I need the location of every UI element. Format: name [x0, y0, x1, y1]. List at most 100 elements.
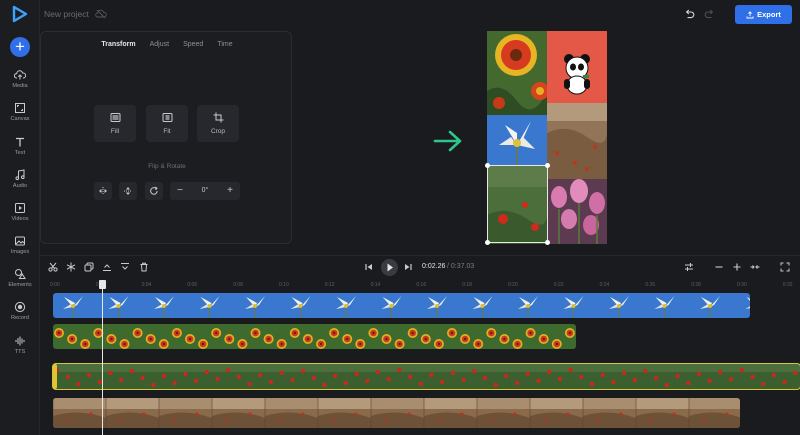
sidebar-item-tts[interactable]: TTS: [0, 335, 40, 365]
playhead-handle[interactable]: [99, 280, 106, 289]
text-icon: [16, 137, 24, 147]
cloud-sync-icon: [95, 9, 107, 19]
sidebar-item-label: TTS: [14, 349, 26, 355]
scissors-icon[interactable]: [48, 262, 58, 272]
sidebar-item-audio[interactable]: Audio: [0, 169, 40, 199]
selection-frame[interactable]: [487, 165, 548, 243]
playhead[interactable]: [102, 280, 103, 435]
split-view-icon[interactable]: [684, 262, 694, 272]
rotate-button[interactable]: [145, 182, 163, 200]
undo-icon[interactable]: [684, 9, 695, 20]
duplicate-icon[interactable]: [84, 262, 94, 272]
ruler-tick-label: 0:00: [50, 282, 60, 288]
total-duration: / 0:37.03: [447, 263, 475, 270]
video-editor: + Media Canvas Text Audio Videos Images …: [0, 0, 800, 435]
fullscreen-icon[interactable]: [780, 262, 790, 272]
resize-handle-bottom-right[interactable]: [545, 240, 550, 245]
resize-handle-top-left[interactable]: [485, 163, 490, 168]
timeline-clip-poppies[interactable]: [52, 363, 800, 390]
sidebar-item-elements[interactable]: Elements: [0, 268, 40, 298]
rotate-icon: [150, 186, 158, 195]
fit-timeline-icon[interactable]: [750, 262, 760, 272]
ruler-tick-label: 0:30: [737, 282, 747, 288]
properties-panel: Transform Adjust Speed Time Fill Fit Cro…: [40, 31, 292, 244]
ruler-tick-label: 0:08: [233, 282, 243, 288]
skip-back-icon[interactable]: [364, 262, 374, 272]
fill-label: Fill: [110, 128, 120, 135]
sidebar-item-text[interactable]: Text: [0, 136, 40, 166]
ruler-tick-label: 0:24: [599, 282, 610, 288]
sidebar-item-record[interactable]: Record: [0, 301, 40, 331]
flip-vertical-icon: [124, 187, 132, 195]
sidebar-item-media[interactable]: Media: [0, 69, 40, 99]
music-note-icon: [15, 169, 25, 180]
crop-label: Crop: [210, 128, 226, 135]
sidebar-item-canvas[interactable]: Canvas: [0, 102, 40, 132]
ruler-tick-label: 0:28: [691, 282, 701, 288]
clip-trim-handle[interactable]: [53, 364, 57, 389]
export-label: Export: [757, 10, 781, 19]
resize-handle-bottom-left[interactable]: [485, 240, 490, 245]
sidebar-item-label: Videos: [11, 216, 29, 222]
fit-button[interactable]: Fit: [146, 105, 188, 142]
app-logo-icon[interactable]: [11, 5, 29, 23]
ruler-tick-label: 0:16: [416, 282, 427, 288]
timeline-clip-red-flowers[interactable]: [53, 324, 576, 349]
delete-icon[interactable]: [139, 262, 149, 272]
flip-horizontal-icon: [99, 187, 107, 195]
image-icon: [15, 236, 25, 246]
current-time: 0:02.26: [422, 263, 446, 270]
sidebar-item-images[interactable]: Images: [0, 235, 40, 265]
export-button[interactable]: Export: [735, 5, 792, 24]
fill-icon: [110, 113, 120, 122]
zoom-in-icon[interactable]: [732, 262, 742, 272]
preview-image-meadow[interactable]: [547, 103, 607, 179]
arrow-right-icon: [433, 130, 462, 152]
sidebar-item-label: Elements: [8, 282, 32, 288]
timeline-clip-meadow[interactable]: [53, 398, 740, 428]
tab-speed[interactable]: Speed: [183, 41, 203, 48]
play-icon: [387, 263, 393, 272]
ruler-tick-label: 0:14: [370, 282, 381, 288]
rotation-stepper: − 0° +: [170, 182, 240, 200]
canvas-icon: [15, 103, 25, 113]
crop-icon: [213, 112, 223, 123]
timeline-ruler[interactable]: 0:000:020:040:060:080:100:120:140:160:18…: [40, 280, 800, 292]
preview-image-panda[interactable]: [547, 31, 607, 103]
fit-icon: [162, 113, 172, 122]
fill-button[interactable]: Fill: [94, 105, 136, 142]
send-backward-icon[interactable]: [120, 262, 130, 272]
crop-button[interactable]: Crop: [197, 105, 239, 142]
sidebar-item-label: Text: [14, 150, 26, 156]
timeline-clip-white-flowers[interactable]: [53, 293, 750, 318]
sidebar-item-label: Audio: [12, 183, 28, 189]
ruler-tick-label: 0:18: [462, 282, 472, 288]
preview-image-tulips[interactable]: [547, 179, 607, 244]
zoom-out-icon[interactable]: [714, 262, 724, 272]
freeze-icon[interactable]: [66, 262, 76, 272]
preview-image-flower-red[interactable]: [487, 31, 547, 115]
sidebar-item-videos[interactable]: Videos: [0, 202, 40, 232]
add-media-button[interactable]: +: [10, 37, 30, 57]
play-button[interactable]: [381, 259, 398, 276]
project-name[interactable]: New project: [44, 9, 89, 19]
tab-adjust[interactable]: Adjust: [150, 41, 169, 48]
ruler-tick-label: 0:10: [279, 282, 289, 288]
rotation-increase-button[interactable]: +: [227, 185, 233, 196]
upload-icon: [746, 10, 754, 18]
tab-transform[interactable]: Transform: [101, 41, 135, 48]
bring-forward-icon[interactable]: [102, 262, 112, 272]
cloud-upload-icon: [14, 70, 26, 80]
redo-icon[interactable]: [704, 9, 715, 20]
fit-label: Fit: [163, 128, 171, 135]
ruler-tick-label: 0:04: [141, 282, 152, 288]
tab-time[interactable]: Time: [217, 41, 232, 48]
ruler-tick-label: 0:22: [553, 282, 564, 288]
flip-horizontal-button[interactable]: [94, 182, 112, 200]
skip-forward-icon[interactable]: [403, 262, 413, 272]
resize-handle-top-right[interactable]: [545, 163, 550, 168]
preview-image-white-flower[interactable]: [487, 115, 547, 165]
flip-rotate-label: Flip & Rotate: [148, 163, 186, 170]
flip-vertical-button[interactable]: [119, 182, 137, 200]
sidebar-item-label: Record: [10, 315, 30, 321]
